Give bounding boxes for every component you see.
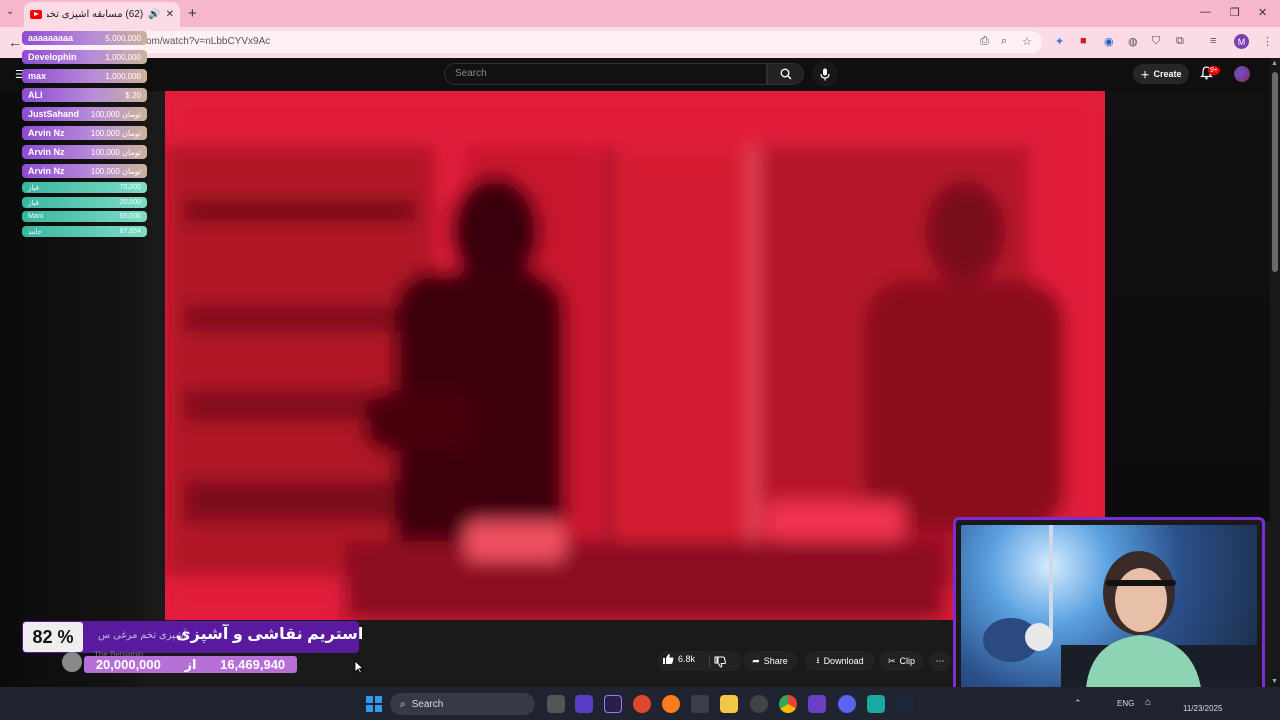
like-divider [709,655,710,667]
donation-item: JustSahand 100,000 تومان [22,107,147,121]
video-side-area [1105,91,1270,521]
dislike-button[interactable] [714,655,726,673]
download-button[interactable]: ⭳ Download [805,651,875,671]
donation-item: حامد 87,654 [22,226,147,237]
donation-item: Mani 55,000 [22,211,147,222]
minimize-button[interactable]: — [1200,6,1211,18]
bookmark-star-icon[interactable]: ☆ [1022,35,1032,48]
donation-item: aaaaaaaaa 5,000,000 [22,31,147,45]
chrome-icon[interactable] [779,695,797,713]
create-button[interactable]: ＋ Create [1133,64,1189,84]
url-text[interactable]: om/watch?v=nLbbCYVx9Ac [146,36,270,47]
donation-item: Arvin Nz 100,000 تومان [22,126,147,140]
download-icon: ⭳ [816,655,820,665]
tray-chevron-icon[interactable]: ⌃ [1074,698,1082,709]
more-actions-button[interactable]: ⋯ [929,651,951,671]
like-count: 6.8k [678,654,696,664]
media-control-icon[interactable]: ≡ [1210,35,1216,47]
app-icon-purple[interactable] [575,695,593,713]
file-explorer-icon[interactable] [720,695,738,713]
unity-icon[interactable] [691,695,709,713]
share-button[interactable]: ➦ Share [743,651,797,671]
youtube-favicon-icon [30,10,42,19]
webcam-feed [961,525,1257,688]
extension-translate-icon[interactable]: ✦ [1055,35,1064,48]
create-label: Create [1153,69,1182,79]
windows-start-icon[interactable] [366,696,382,712]
taskbar-date[interactable]: 11/23/2025 [1183,704,1222,713]
maximize-button[interactable]: ❐ [1230,6,1240,19]
youtube-account-avatar[interactable] [1234,66,1250,82]
app-icon-r[interactable] [808,695,826,713]
task-view-icon[interactable] [547,695,565,713]
scissors-icon: ✂ [887,655,896,666]
channel-avatar[interactable] [62,652,82,672]
thumbs-up-icon [663,654,674,664]
donation-item: Arvin Nz 100,000 تومان [22,145,147,159]
extensions-puzzle-icon[interactable]: ⧉ [1176,35,1184,48]
donation-item: Arvin Nz 100,000 تومان [22,164,147,178]
tab-title: (62) مسابقه آشپزی تخم مرغ... [47,9,144,20]
scrollbar-thumb[interactable] [1272,72,1278,272]
search-icon: ⌕ [400,698,406,710]
search-button[interactable] [767,63,804,85]
goal-title: استریم نقاشی و آشپزی [176,626,364,643]
extension-shield-icon[interactable]: ⛉ [1152,35,1160,48]
youtube-search-input[interactable]: Search [444,63,767,85]
share-icon: ➦ [752,655,760,666]
zoom-icon[interactable]: ⌕ [1001,35,1007,48]
tab-search-chevron-icon[interactable]: ⌄ [6,6,14,17]
audio-playing-icon[interactable]: 🔊 [148,9,160,20]
extension-blue-icon[interactable]: ◉ [1104,35,1114,48]
extension-red-icon[interactable]: ■ [1080,35,1087,47]
close-window-button[interactable]: ✕ [1258,6,1267,19]
new-tab-button[interactable]: + [188,5,197,22]
voice-search-button[interactable] [812,61,838,87]
donation-item: max 1,000,000 [22,69,147,83]
premiere-pro-icon[interactable] [604,695,622,713]
steam-icon[interactable] [896,695,914,713]
donation-item: Develophin 1,000,000 [22,50,147,64]
install-app-icon[interactable]: ⎙ [980,35,989,48]
search-icon [780,68,791,80]
firefox-icon[interactable] [662,695,680,713]
back-arrow-icon[interactable]: ← [8,34,22,50]
goal-subtitle: آشپزی تخم مرغی س [98,630,187,641]
clip-button[interactable]: ✂ Clip [879,651,924,671]
goal-target: 20,000,000 [95,657,161,672]
notification-count-badge: 9+ [1208,66,1220,75]
language-indicator[interactable]: ENG [1117,699,1134,708]
discord-icon[interactable] [838,695,856,713]
microphone-icon [820,68,830,80]
goal-progress-bar: 20,000,000 از 16,469,940 [84,656,297,673]
goal-percent: 82 % [23,622,83,652]
obs-icon[interactable] [750,695,768,713]
donation-item: قیاز 20,000 [22,197,147,208]
app-icon-red[interactable] [633,695,651,713]
app-icon-teal[interactable] [867,695,885,713]
scroll-up-icon[interactable]: ▲ [1271,60,1278,67]
browser-tab[interactable]: (62) مسابقه آشپزی تخم مرغ... 🔊 ✕ [24,2,180,27]
donation-item: قیاز 70,000 [22,182,147,193]
like-button[interactable]: 6.8k [662,653,695,665]
tab-close-icon[interactable]: ✕ [166,9,174,20]
extension-gray-icon[interactable]: ◍ [1128,35,1138,48]
profile-avatar[interactable]: M [1234,34,1249,49]
taskbar-search[interactable]: ⌕ Search [390,693,535,715]
thumbs-down-icon [714,656,726,668]
browser-menu-icon[interactable]: ⋮ [1262,35,1273,48]
goal-separator: از [184,656,197,672]
goal-current: 16,469,940 [220,657,286,672]
scroll-down-icon[interactable]: ▼ [1271,678,1278,685]
mouse-cursor-icon [354,660,364,674]
more-icon: ⋯ [935,655,945,666]
donation-item: ALI $ 20 [22,88,147,102]
plus-icon: ＋ [1140,69,1150,80]
network-icon[interactable]: ⌂ [1145,697,1151,708]
